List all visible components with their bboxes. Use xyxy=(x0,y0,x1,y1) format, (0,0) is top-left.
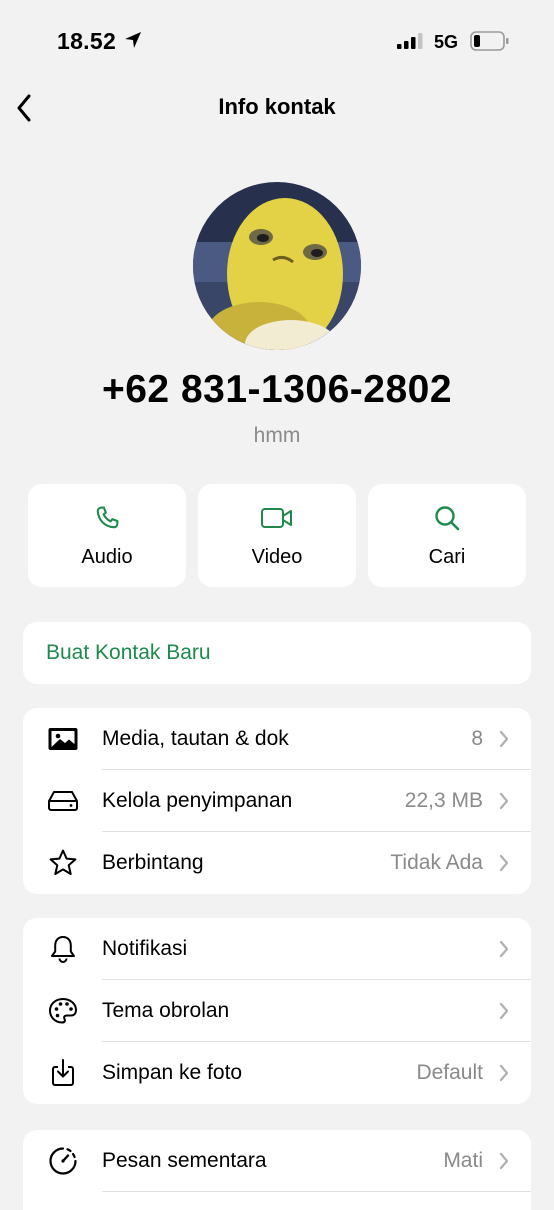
storage-label: Kelola penyimpanan xyxy=(102,789,293,812)
privacy-group: Pesan sementara Mati xyxy=(23,1130,531,1210)
media-label: Media, tautan & dok xyxy=(102,727,289,750)
create-contact-button[interactable]: Buat Kontak Baru xyxy=(23,622,531,684)
starred-value: Tidak Ada xyxy=(390,851,483,874)
starred-label: Berbintang xyxy=(102,851,204,874)
video-call-button[interactable]: Video xyxy=(198,484,356,587)
avatar[interactable] xyxy=(193,182,361,350)
location-arrow-icon xyxy=(123,30,143,55)
chat-theme-label: Tema obrolan xyxy=(102,999,230,1022)
divider xyxy=(102,1191,531,1192)
search-button[interactable]: Cari xyxy=(368,484,526,587)
search-icon xyxy=(435,506,460,531)
storage-size: 22,3 MB xyxy=(404,789,483,812)
phone-icon xyxy=(96,506,119,529)
signal-icon xyxy=(397,33,425,54)
contact-about: hmm xyxy=(253,424,301,447)
chevron-right-icon xyxy=(499,940,509,963)
disappearing-messages-value: Mati xyxy=(443,1149,483,1172)
chat-theme-row[interactable]: Tema obrolan xyxy=(23,980,531,1042)
status-bar: 18.52 5G xyxy=(0,0,554,80)
save-to-photos-label: Simpan ke foto xyxy=(102,1061,243,1084)
star-icon xyxy=(47,847,79,879)
search-label: Cari xyxy=(428,546,466,568)
battery-icon xyxy=(470,31,510,56)
network-type: 5G xyxy=(434,32,459,52)
chevron-right-icon xyxy=(499,792,509,815)
page-title: Info kontak xyxy=(218,94,336,119)
chevron-right-icon xyxy=(499,730,509,753)
video-label: Video xyxy=(251,546,303,568)
media-count: 8 xyxy=(471,727,483,750)
timer-icon xyxy=(47,1145,79,1177)
notifications-row[interactable]: Notifikasi xyxy=(23,918,531,980)
storage-icon xyxy=(47,785,79,817)
disappearing-messages-label: Pesan sementara xyxy=(102,1149,267,1172)
media-storage-group: Media, tautan & dok 8 Kelola penyimpanan… xyxy=(23,708,531,894)
disappearing-messages-row[interactable]: Pesan sementara Mati xyxy=(23,1130,531,1192)
manage-storage-row[interactable]: Kelola penyimpanan 22,3 MB xyxy=(23,770,531,832)
chevron-right-icon xyxy=(499,1064,509,1087)
media-links-docs-row[interactable]: Media, tautan & dok 8 xyxy=(23,708,531,770)
save-to-photos-row[interactable]: Simpan ke foto Default xyxy=(23,1042,531,1104)
save-to-photos-value: Default xyxy=(416,1061,483,1084)
audio-call-button[interactable]: Audio xyxy=(28,484,186,587)
video-icon xyxy=(261,508,292,528)
image-icon xyxy=(47,723,79,755)
nav-bar: Info kontak xyxy=(0,80,554,136)
bell-icon xyxy=(47,933,79,965)
starred-row[interactable]: Berbintang Tidak Ada xyxy=(23,832,531,894)
audio-label: Audio xyxy=(81,546,133,568)
chevron-right-icon xyxy=(499,1002,509,1025)
create-contact-label: Buat Kontak Baru xyxy=(46,641,211,664)
palette-icon xyxy=(47,995,79,1027)
notifications-label: Notifikasi xyxy=(102,937,188,960)
contact-name: +62 831-1306-2802 xyxy=(101,368,453,411)
chevron-right-icon xyxy=(499,854,509,877)
notification-settings-group: Notifikasi Tema obrolan Simpan ke foto D… xyxy=(23,918,531,1104)
chevron-right-icon xyxy=(499,1152,509,1175)
download-icon xyxy=(47,1057,79,1089)
status-time: 18.52 xyxy=(57,28,117,54)
